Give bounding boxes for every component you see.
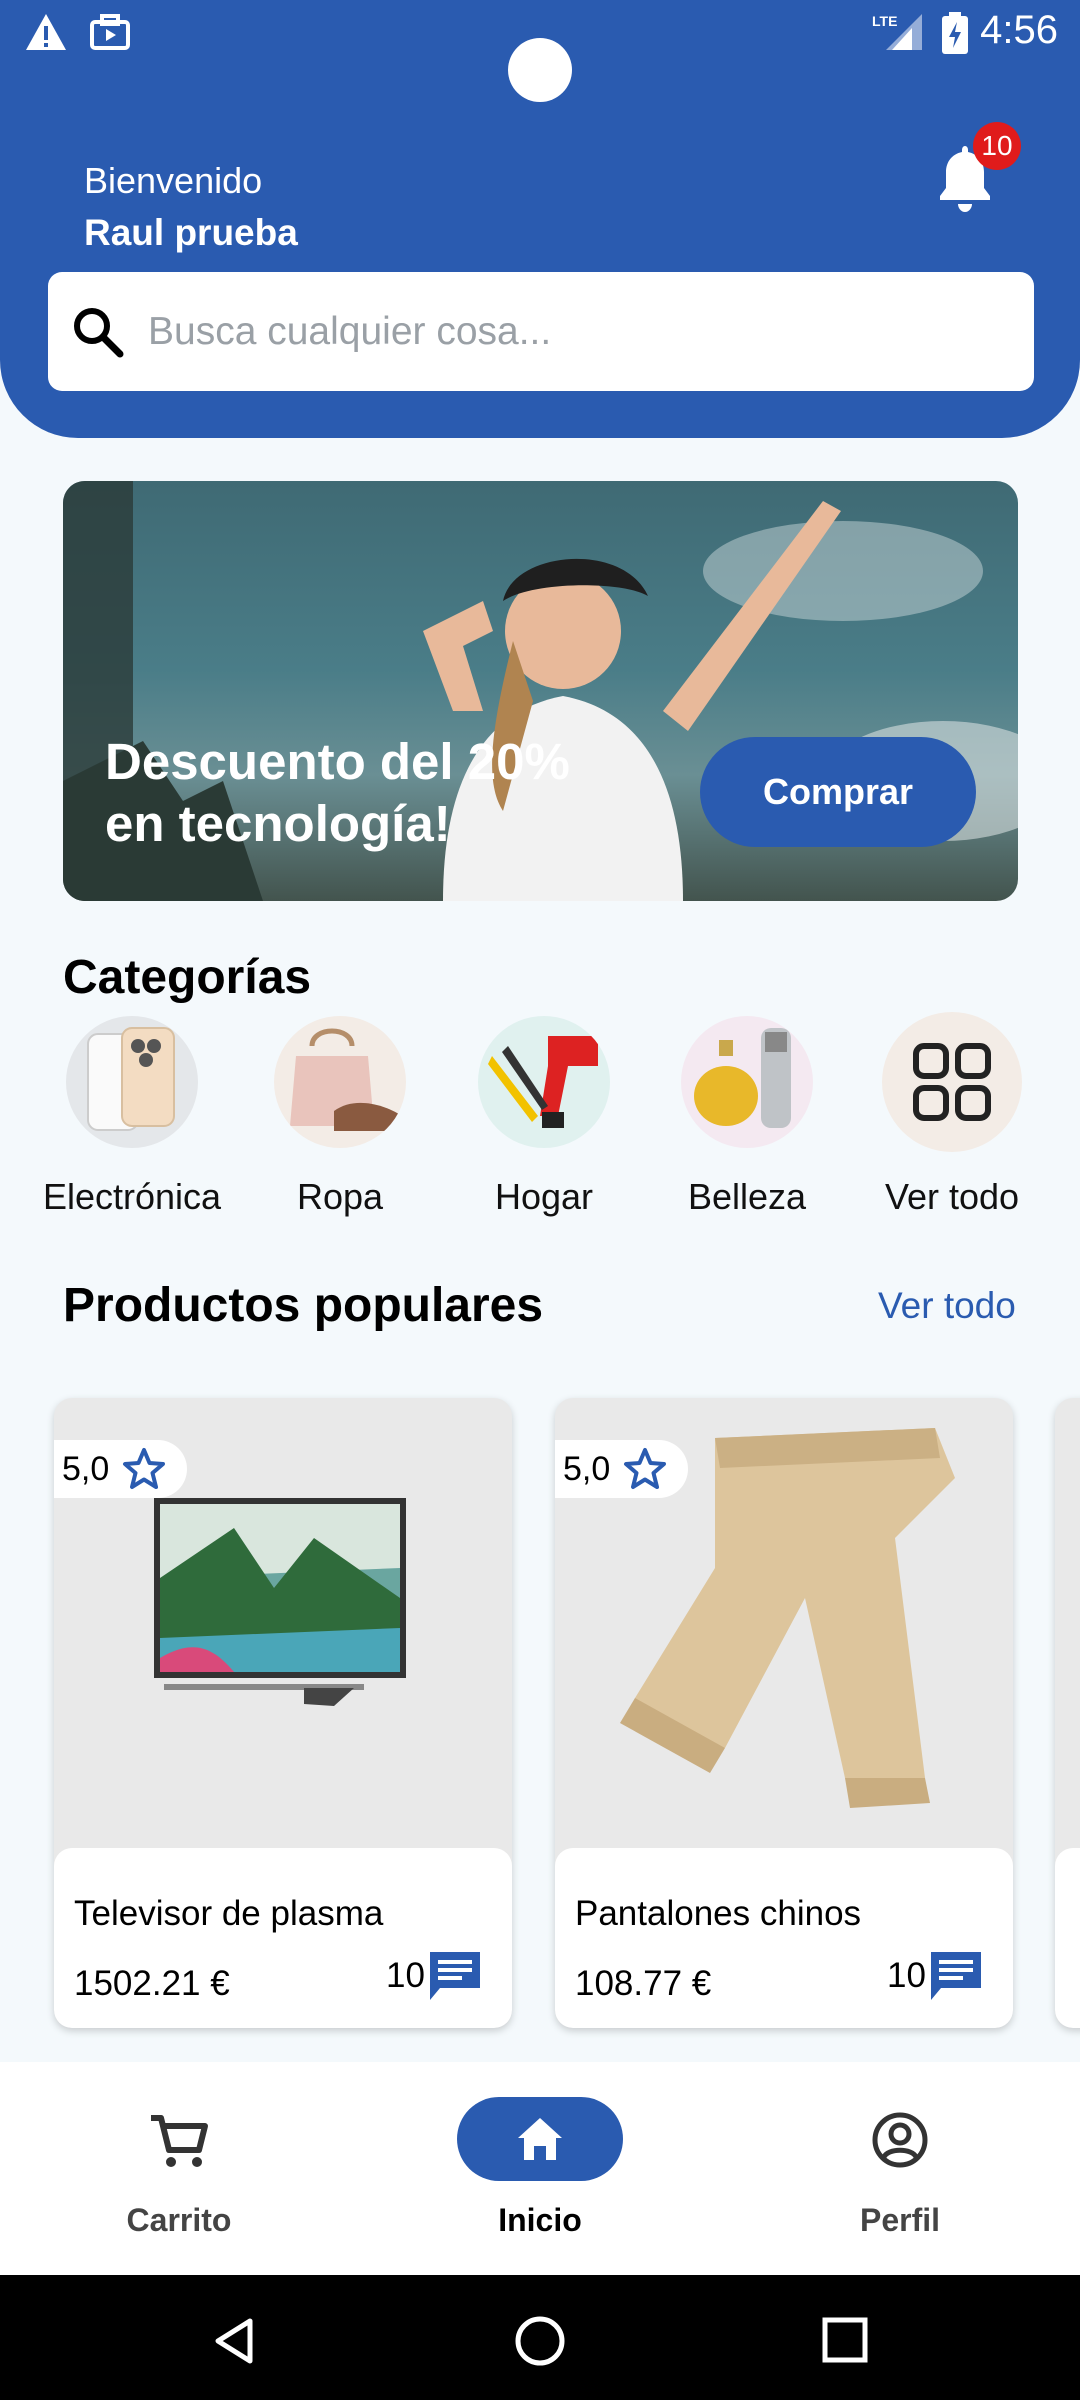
category-see-all[interactable]: Ver todo — [852, 1012, 1052, 1218]
home-circle-icon[interactable] — [512, 2313, 568, 2369]
phones-image — [66, 1016, 198, 1148]
product-card[interactable]: 5,0 Pantalones chinos 108.77 € 10 — [555, 1398, 1013, 2028]
product-name: Pantalones chinos — [575, 1894, 862, 1933]
rating-badge: 5,0 — [555, 1440, 689, 1498]
category-clothing[interactable]: Ropa — [240, 1016, 440, 1218]
tv-image — [154, 1498, 406, 1706]
categories-title: Categorías — [63, 951, 312, 1004]
product-info: Pantalones chinos 108.77 € 10 — [555, 1848, 1013, 2028]
bag-shoe-image — [274, 1016, 406, 1148]
grid-icon — [882, 1012, 1022, 1152]
popular-title: Productos populares — [63, 1279, 544, 1332]
product-info: Televisor de plasma 1502.21 € 10 — [54, 1848, 512, 2028]
welcome-text: Bienvenido — [84, 160, 263, 201]
battery-charging-icon — [942, 12, 968, 54]
promo-banner[interactable]: Descuento del 20% en tecnología! Comprar — [63, 481, 1018, 901]
buy-button[interactable]: Comprar — [700, 737, 976, 847]
nav-label: Carrito — [126, 2202, 232, 2238]
star-icon — [624, 1448, 667, 1489]
perfume-razor-image — [681, 1016, 813, 1148]
nav-profile[interactable]: Perfil — [750, 2062, 1050, 2275]
review-count: 10 — [386, 1956, 425, 1995]
svg-text:LTE: LTE — [872, 13, 897, 29]
nav-home[interactable]: Inicio — [390, 2062, 690, 2275]
category-label: Ver todo — [884, 1176, 1020, 1217]
category-electronics[interactable]: Electrónica — [32, 1016, 232, 1218]
reviews-icon[interactable] — [927, 1948, 985, 2006]
search-input[interactable] — [146, 294, 1010, 370]
tools-image — [478, 1016, 610, 1148]
see-all-link[interactable]: Ver todo — [878, 1285, 1016, 1327]
status-time: 4:56 — [980, 8, 1058, 52]
product-name: Televisor de plasma — [74, 1894, 384, 1933]
category-label: Belleza — [687, 1176, 807, 1217]
cart-icon — [151, 2115, 208, 2167]
rating-value: 5,0 — [62, 1449, 110, 1488]
header: LTE 4:56 Bienvenido Raul prueba 10 — [0, 0, 1080, 438]
nav-cart[interactable]: Carrito — [29, 2062, 329, 2275]
lte-signal-icon: LTE — [872, 13, 922, 50]
category-label: Hogar — [494, 1176, 594, 1217]
rating-value: 5,0 — [563, 1449, 611, 1488]
nav-label: Inicio — [498, 2202, 582, 2238]
bottom-navigation: Carrito Inicio Perfil — [0, 2062, 1080, 2275]
warning-icon — [26, 14, 66, 50]
category-label: Ropa — [296, 1176, 384, 1217]
username: Raul prueba — [84, 212, 298, 253]
back-icon[interactable] — [210, 2315, 260, 2367]
product-price: 1502.21 € — [74, 1964, 230, 2003]
profile-icon — [872, 2112, 928, 2168]
category-beauty[interactable]: Belleza — [647, 1016, 847, 1218]
search-icon — [74, 308, 124, 358]
review-count: 10 — [887, 1956, 926, 1995]
category-label: Electrónica — [42, 1176, 222, 1217]
star-icon — [123, 1448, 166, 1489]
notification-badge: 10 — [973, 122, 1021, 170]
rating-badge: 5,0 — [54, 1440, 188, 1498]
recents-icon[interactable] — [820, 2315, 870, 2365]
product-info — [1055, 1848, 1080, 2028]
category-home[interactable]: Hogar — [444, 1016, 644, 1218]
briefcase-play-icon — [90, 14, 130, 50]
home-icon — [518, 2118, 562, 2160]
banner-text: Descuento del 20% en tecnología! — [105, 733, 570, 852]
camera-cutout — [508, 38, 572, 102]
search-bar[interactable] — [48, 272, 1034, 391]
product-card[interactable]: 5,0 Televisor de plasma 1502.21 € 10 — [54, 1398, 512, 2028]
product-card-partial[interactable] — [1055, 1398, 1080, 2028]
nav-label: Perfil — [859, 2202, 941, 2238]
reviews-icon[interactable] — [426, 1948, 484, 2006]
system-navigation-bar — [0, 2275, 1080, 2400]
product-price: 108.77 € — [575, 1964, 712, 2003]
